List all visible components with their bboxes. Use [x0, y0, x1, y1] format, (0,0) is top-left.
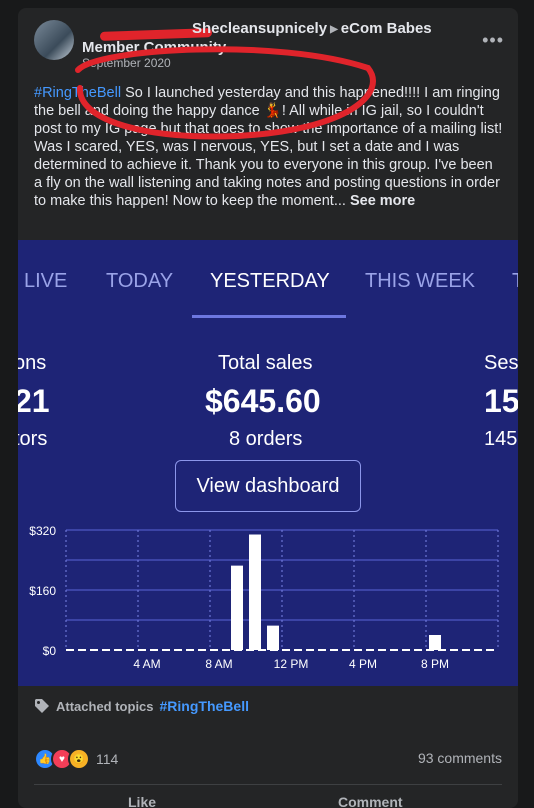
x-tick-label: 8 PM [421, 657, 449, 671]
bar [267, 625, 279, 650]
more-options-button[interactable]: ••• [482, 30, 504, 51]
x-tick-label: 8 AM [205, 657, 232, 671]
y-tick-label: $0 [43, 644, 57, 658]
active-tab-indicator [192, 315, 346, 318]
hashtag-link[interactable]: #RingTheBell [34, 85, 121, 101]
total-sales-label: Total sales [218, 352, 313, 374]
date-tabs: LIVE TODAY YESTERDAY THIS WEEK T [18, 270, 518, 330]
view-dashboard-button[interactable]: View dashboard [175, 460, 361, 512]
post-body: #RingTheBell So I launched yesterday and… [34, 84, 504, 210]
y-tick-label: $320 [29, 524, 56, 538]
post-card: Shecleansupnicely ▶ eCom Babes Member Comm… [18, 8, 518, 808]
metric-value-right: 15 [484, 383, 518, 419]
avatar[interactable] [34, 20, 74, 60]
reactions[interactable]: 👍 ♥ 😮 114 [34, 748, 118, 770]
tab-this-week[interactable]: THIS WEEK [365, 270, 475, 293]
bar [249, 534, 261, 650]
comments-count[interactable]: 93 comments [418, 750, 502, 766]
see-more-link[interactable]: See more [350, 193, 415, 209]
x-tick-label: 12 PM [274, 657, 309, 671]
bar [231, 565, 243, 650]
comment-button[interactable]: Comment [338, 794, 403, 808]
like-button[interactable]: Like [128, 794, 156, 808]
metric-label-right: Ses [484, 352, 518, 374]
tab-next[interactable]: T [512, 270, 518, 293]
x-tick-label: 4 AM [133, 657, 160, 671]
x-tick-label: 4 PM [349, 657, 377, 671]
orders-count: 8 orders [229, 428, 303, 450]
bar [429, 635, 441, 650]
metric-value-left: 21 [18, 383, 50, 419]
wow-reaction-icon: 😮 [68, 748, 90, 770]
post-date[interactable]: September 2020 [82, 56, 171, 70]
tag-icon [35, 699, 49, 713]
divider [34, 784, 502, 785]
tab-today[interactable]: TODAY [106, 270, 173, 293]
post-body-text: So I launched yesterday and this happene… [34, 85, 503, 209]
author-name[interactable]: Shecleansupnicely [192, 20, 327, 37]
shopify-dashboard: LIVE TODAY YESTERDAY THIS WEEK T ons 21 … [18, 240, 518, 686]
topic-link[interactable]: #RingTheBell [160, 698, 249, 714]
tab-live[interactable]: LIVE [24, 270, 67, 293]
tab-yesterday[interactable]: YESTERDAY [210, 270, 330, 293]
attached-topics-label: Attached topics [56, 698, 154, 714]
attached-topics: Attached topics #RingTheBell [34, 698, 249, 714]
total-sales-value: $645.60 [205, 383, 321, 419]
reaction-count: 114 [96, 751, 119, 767]
sales-chart: $320 $160 $0 4 AM 8 AM 12 PM 4 PM 8 PM [29, 524, 499, 671]
metric-sub-right: 145 [484, 428, 518, 450]
metric-sub-left: tors [18, 428, 48, 450]
post-header: Shecleansupnicely ▶ eCom Babes Member Comm… [82, 20, 462, 57]
metric-label-left: ons [18, 352, 47, 374]
arrow-right-icon: ▶ [330, 24, 338, 35]
y-tick-label: $160 [29, 584, 56, 598]
